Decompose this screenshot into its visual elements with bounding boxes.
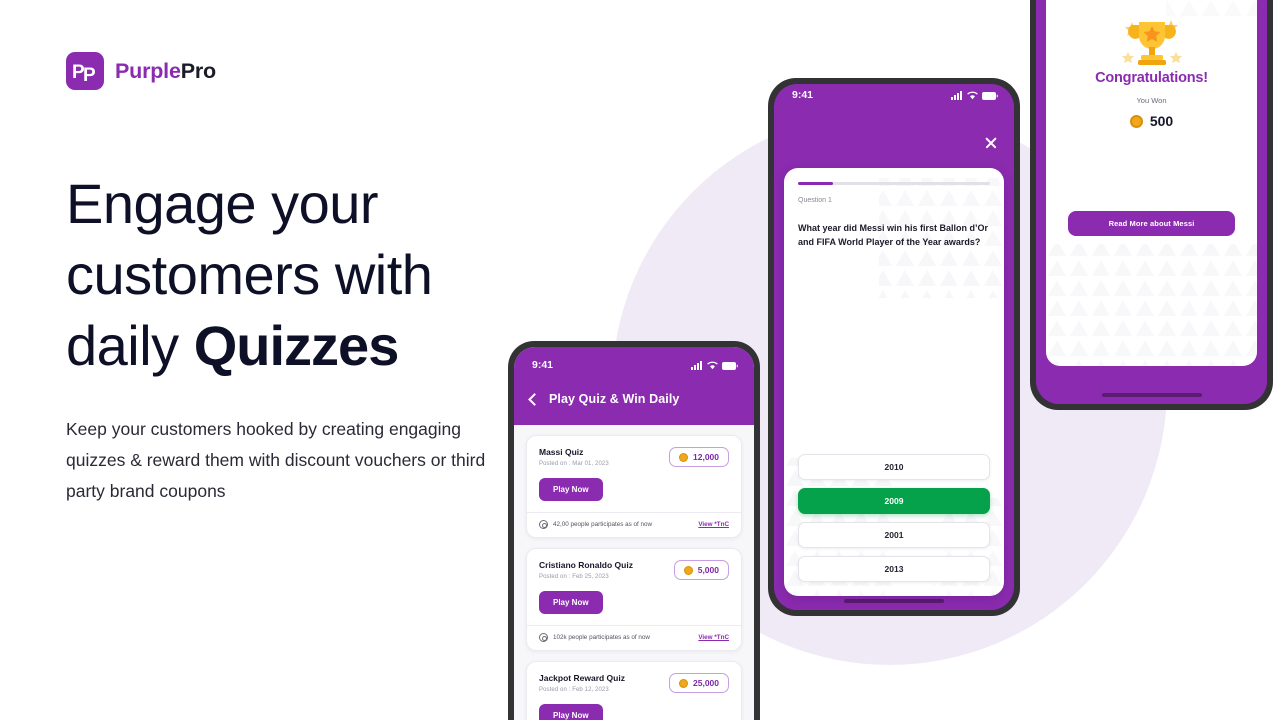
quiz-card-meta: Jackpot Reward Quiz Posted on : Feb 12, … xyxy=(539,673,625,693)
battery-icon xyxy=(722,361,738,370)
pp-logo-icon: P P xyxy=(66,52,104,90)
coin-icon xyxy=(679,452,688,462)
quiz-card-name: Jackpot Reward Quiz xyxy=(539,673,625,683)
view-tnc-link[interactable]: View *TnC xyxy=(698,521,729,528)
people-icon xyxy=(539,633,548,642)
trophy-icon xyxy=(1121,20,1182,65)
phone-quiz-question-screen: 9:41 Question 1 What year did Messi win … xyxy=(774,84,1014,610)
status-badge: 12,000 xyxy=(669,447,729,467)
quiz-card-coins: 5,000 xyxy=(697,565,719,575)
headline-line-3-bold: Quizzes xyxy=(193,314,400,377)
phone-quiz-question: 9:41 Question 1 What year did Messi win … xyxy=(768,78,1020,616)
coin-icon xyxy=(1129,114,1143,128)
quiz-list-title: Play Quiz & Win Daily xyxy=(549,392,680,406)
participants-group: 102k people participates as of now xyxy=(539,633,650,642)
wifi-icon xyxy=(967,91,978,99)
play-now-button[interactable]: Play Now xyxy=(539,591,603,614)
people-icon xyxy=(539,520,548,529)
congratulations-sheet: Congratulations! You Won 500 Read More a… xyxy=(1046,0,1257,366)
phone-congratulations-screen: Congratulations! You Won 500 Read More a… xyxy=(1036,0,1267,404)
answer-option[interactable]: 2001 xyxy=(798,522,990,548)
chevron-left-icon[interactable] xyxy=(528,392,541,406)
status-time: 9:41 xyxy=(792,89,814,101)
page-title: Engage your customers with daily Quizzes xyxy=(66,168,536,381)
close-icon[interactable] xyxy=(984,136,998,150)
coin-icon xyxy=(683,565,693,575)
quiz-progress-bar xyxy=(798,182,990,185)
brand-name-part2: Pro xyxy=(180,58,216,83)
participants-count: 102k people participates as of now xyxy=(553,634,650,641)
home-indicator xyxy=(844,599,944,603)
question-sheet: Question 1 What year did Messi win his f… xyxy=(784,168,1004,596)
quiz-progress-fill xyxy=(798,182,833,185)
quiz-card-name: Cristiano Ronaldo Quiz xyxy=(539,560,633,570)
quiz-list-body[interactable]: Massi Quiz Posted on : Mar 01, 2023 12,0… xyxy=(514,425,754,720)
quiz-card-date: Posted on : Feb 12, 2023 xyxy=(539,687,609,693)
quiz-card-date: Posted on : Mar 01, 2023 xyxy=(539,461,609,467)
quiz-card-footer: 102k people participates as of now View … xyxy=(539,626,729,650)
quiz-card-coins: 25,000 xyxy=(693,678,719,688)
signal-bars-icon xyxy=(691,360,702,370)
question-text: What year did Messi win his first Ballon… xyxy=(798,222,989,247)
hero-landing-page: P P PurplePro Engage your customers with… xyxy=(0,0,1280,720)
congratulations-inner: Congratulations! You Won 500 Read More a… xyxy=(1046,0,1257,366)
list-item[interactable]: Massi Quiz Posted on : Mar 01, 2023 12,0… xyxy=(526,435,742,538)
status-badge: 5,000 xyxy=(673,560,729,580)
coin-icon xyxy=(679,678,688,688)
svg-text:P: P xyxy=(83,65,96,86)
home-indicator xyxy=(1101,393,1202,397)
hero-subtext: Keep your customers hooked by creating e… xyxy=(66,419,486,501)
phone-congratulations: Congratulations! You Won 500 Read More a… xyxy=(1030,0,1273,410)
play-now-button[interactable]: Play Now xyxy=(539,478,603,501)
status-badge: 25,000 xyxy=(669,673,729,693)
status-bar: 9:41 xyxy=(774,84,1014,106)
congratulations-subtitle: You Won xyxy=(1136,96,1167,105)
answer-option[interactable]: 2013 xyxy=(798,556,990,582)
play-now-button[interactable]: Play Now xyxy=(539,704,603,720)
phone-quiz-list: 9:41 Play Quiz & Win Daily Massi Quiz Po… xyxy=(508,341,760,720)
read-more-button[interactable]: Read More about Messi xyxy=(1068,211,1235,236)
quiz-card-date: Posted on : Feb 25, 2023 xyxy=(539,574,609,580)
brand-name-part1: Purple xyxy=(115,58,181,83)
headline-line-1: Engage your xyxy=(66,172,379,235)
quiz-card-meta: Massi Quiz Posted on : Mar 01, 2023 xyxy=(539,447,609,467)
quiz-card-meta: Cristiano Ronaldo Quiz Posted on : Feb 2… xyxy=(539,560,633,580)
congratulations-title: Congratulations! xyxy=(1095,70,1208,86)
list-item[interactable]: Jackpot Reward Quiz Posted on : Feb 12, … xyxy=(526,661,742,720)
headline-line-2: customers with xyxy=(66,243,433,306)
wifi-icon xyxy=(707,361,718,369)
quiz-card-footer: 42,00 people participates as of now View… xyxy=(539,513,729,537)
answer-option[interactable]: 2010 xyxy=(798,454,990,480)
status-bar: 9:41 xyxy=(514,354,754,376)
list-item[interactable]: Cristiano Ronaldo Quiz Posted on : Feb 2… xyxy=(526,548,742,651)
quiz-list-header: 9:41 Play Quiz & Win Daily xyxy=(514,347,754,425)
brand-logo[interactable]: P P PurplePro xyxy=(66,52,216,90)
status-icons xyxy=(951,90,998,100)
battery-icon xyxy=(982,91,998,100)
reward-amount-row: 500 xyxy=(1046,113,1257,129)
signal-bars-icon xyxy=(951,90,962,100)
quiz-card-top: Cristiano Ronaldo Quiz Posted on : Feb 2… xyxy=(539,560,729,580)
answer-option-selected[interactable]: 2009 xyxy=(798,488,990,514)
quiz-card-top: Jackpot Reward Quiz Posted on : Feb 12, … xyxy=(539,673,729,693)
quiz-list-title-row: Play Quiz & Win Daily xyxy=(514,376,754,406)
quiz-card-coins: 12,000 xyxy=(693,452,719,462)
reward-amount: 500 xyxy=(1149,113,1174,129)
question-sheet-inner: Question 1 What year did Messi win his f… xyxy=(784,168,1004,596)
quiz-card-top: Massi Quiz Posted on : Mar 01, 2023 12,0… xyxy=(539,447,729,467)
quiz-card-name: Massi Quiz xyxy=(539,447,584,457)
phone-quiz-list-screen: 9:41 Play Quiz & Win Daily Massi Quiz Po… xyxy=(514,347,754,720)
brand-name: PurplePro xyxy=(115,59,216,84)
headline-line-3-normal: daily xyxy=(66,314,194,377)
status-icons xyxy=(691,360,738,370)
participants-count: 42,00 people participates as of now xyxy=(553,521,653,528)
participants-group: 42,00 people participates as of now xyxy=(539,520,652,529)
question-number-label: Question 1 xyxy=(798,196,832,204)
view-tnc-link[interactable]: View *TnC xyxy=(698,634,729,641)
answer-options-list: 2010 2009 2001 2013 xyxy=(798,454,990,596)
